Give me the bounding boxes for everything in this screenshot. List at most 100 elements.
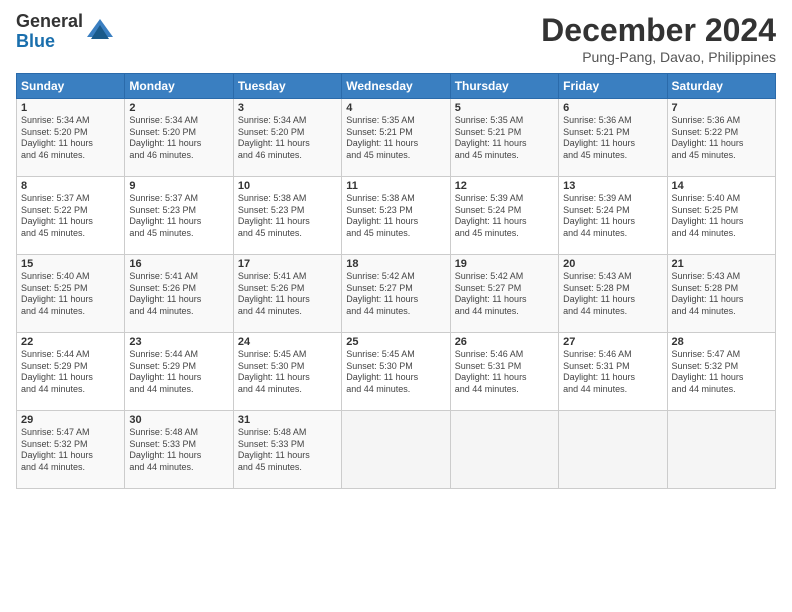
calendar-cell: 27Sunrise: 5:46 AMSunset: 5:31 PMDayligh… (559, 333, 667, 411)
day-info: Sunrise: 5:45 AMSunset: 5:30 PMDaylight:… (238, 349, 337, 396)
day-number: 20 (563, 258, 662, 270)
day-number: 14 (672, 180, 771, 192)
calendar-cell: 21Sunrise: 5:43 AMSunset: 5:28 PMDayligh… (667, 255, 775, 333)
day-number: 23 (129, 336, 228, 348)
subtitle: Pung-Pang, Davao, Philippines (541, 49, 776, 65)
calendar-cell: 22Sunrise: 5:44 AMSunset: 5:29 PMDayligh… (17, 333, 125, 411)
day-number: 21 (672, 258, 771, 270)
day-number: 7 (672, 102, 771, 114)
calendar-cell: 31Sunrise: 5:48 AMSunset: 5:33 PMDayligh… (233, 411, 341, 489)
day-number: 2 (129, 102, 228, 114)
calendar-week-3: 15Sunrise: 5:40 AMSunset: 5:25 PMDayligh… (17, 255, 776, 333)
day-info: Sunrise: 5:40 AMSunset: 5:25 PMDaylight:… (672, 193, 771, 240)
calendar-cell: 19Sunrise: 5:42 AMSunset: 5:27 PMDayligh… (450, 255, 558, 333)
day-info: Sunrise: 5:44 AMSunset: 5:29 PMDaylight:… (21, 349, 120, 396)
day-info: Sunrise: 5:48 AMSunset: 5:33 PMDaylight:… (129, 427, 228, 474)
header-row: Sunday Monday Tuesday Wednesday Thursday… (17, 74, 776, 99)
day-info: Sunrise: 5:38 AMSunset: 5:23 PMDaylight:… (238, 193, 337, 240)
main-title: December 2024 (541, 12, 776, 49)
calendar-cell: 16Sunrise: 5:41 AMSunset: 5:26 PMDayligh… (125, 255, 233, 333)
day-info: Sunrise: 5:42 AMSunset: 5:27 PMDaylight:… (455, 271, 554, 318)
calendar-week-5: 29Sunrise: 5:47 AMSunset: 5:32 PMDayligh… (17, 411, 776, 489)
calendar-cell: 25Sunrise: 5:45 AMSunset: 5:30 PMDayligh… (342, 333, 450, 411)
day-info: Sunrise: 5:46 AMSunset: 5:31 PMDaylight:… (455, 349, 554, 396)
calendar-cell: 13Sunrise: 5:39 AMSunset: 5:24 PMDayligh… (559, 177, 667, 255)
day-info: Sunrise: 5:40 AMSunset: 5:25 PMDaylight:… (21, 271, 120, 318)
day-number: 30 (129, 414, 228, 426)
day-number: 4 (346, 102, 445, 114)
calendar-cell: 23Sunrise: 5:44 AMSunset: 5:29 PMDayligh… (125, 333, 233, 411)
calendar-cell: 2Sunrise: 5:34 AMSunset: 5:20 PMDaylight… (125, 99, 233, 177)
col-wednesday: Wednesday (342, 74, 450, 99)
logo-text: General Blue (16, 12, 83, 52)
day-info: Sunrise: 5:45 AMSunset: 5:30 PMDaylight:… (346, 349, 445, 396)
day-info: Sunrise: 5:43 AMSunset: 5:28 PMDaylight:… (672, 271, 771, 318)
day-info: Sunrise: 5:46 AMSunset: 5:31 PMDaylight:… (563, 349, 662, 396)
day-info: Sunrise: 5:41 AMSunset: 5:26 PMDaylight:… (238, 271, 337, 318)
calendar-cell: 20Sunrise: 5:43 AMSunset: 5:28 PMDayligh… (559, 255, 667, 333)
calendar-cell: 9Sunrise: 5:37 AMSunset: 5:23 PMDaylight… (125, 177, 233, 255)
day-info: Sunrise: 5:39 AMSunset: 5:24 PMDaylight:… (455, 193, 554, 240)
calendar-cell (342, 411, 450, 489)
calendar-cell: 10Sunrise: 5:38 AMSunset: 5:23 PMDayligh… (233, 177, 341, 255)
day-number: 11 (346, 180, 445, 192)
day-number: 26 (455, 336, 554, 348)
logo-general: General (16, 12, 83, 32)
day-info: Sunrise: 5:43 AMSunset: 5:28 PMDaylight:… (563, 271, 662, 318)
title-block: December 2024 Pung-Pang, Davao, Philippi… (541, 12, 776, 65)
col-tuesday: Tuesday (233, 74, 341, 99)
day-number: 6 (563, 102, 662, 114)
calendar-cell: 29Sunrise: 5:47 AMSunset: 5:32 PMDayligh… (17, 411, 125, 489)
col-saturday: Saturday (667, 74, 775, 99)
calendar-cell: 28Sunrise: 5:47 AMSunset: 5:32 PMDayligh… (667, 333, 775, 411)
day-number: 24 (238, 336, 337, 348)
col-thursday: Thursday (450, 74, 558, 99)
logo: General Blue (16, 12, 115, 52)
calendar-cell (667, 411, 775, 489)
calendar-cell: 26Sunrise: 5:46 AMSunset: 5:31 PMDayligh… (450, 333, 558, 411)
day-number: 9 (129, 180, 228, 192)
day-number: 15 (21, 258, 120, 270)
day-info: Sunrise: 5:41 AMSunset: 5:26 PMDaylight:… (129, 271, 228, 318)
day-info: Sunrise: 5:38 AMSunset: 5:23 PMDaylight:… (346, 193, 445, 240)
calendar-cell: 5Sunrise: 5:35 AMSunset: 5:21 PMDaylight… (450, 99, 558, 177)
day-number: 5 (455, 102, 554, 114)
logo-blue: Blue (16, 32, 83, 52)
calendar-cell: 12Sunrise: 5:39 AMSunset: 5:24 PMDayligh… (450, 177, 558, 255)
day-number: 27 (563, 336, 662, 348)
day-number: 25 (346, 336, 445, 348)
day-info: Sunrise: 5:35 AMSunset: 5:21 PMDaylight:… (455, 115, 554, 162)
day-number: 19 (455, 258, 554, 270)
calendar-cell: 14Sunrise: 5:40 AMSunset: 5:25 PMDayligh… (667, 177, 775, 255)
calendar-cell: 3Sunrise: 5:34 AMSunset: 5:20 PMDaylight… (233, 99, 341, 177)
day-info: Sunrise: 5:44 AMSunset: 5:29 PMDaylight:… (129, 349, 228, 396)
page: General Blue December 2024 Pung-Pang, Da… (0, 0, 792, 612)
calendar-cell: 18Sunrise: 5:42 AMSunset: 5:27 PMDayligh… (342, 255, 450, 333)
day-info: Sunrise: 5:34 AMSunset: 5:20 PMDaylight:… (238, 115, 337, 162)
day-number: 17 (238, 258, 337, 270)
day-info: Sunrise: 5:36 AMSunset: 5:22 PMDaylight:… (672, 115, 771, 162)
day-number: 12 (455, 180, 554, 192)
header: General Blue December 2024 Pung-Pang, Da… (16, 12, 776, 65)
calendar-week-4: 22Sunrise: 5:44 AMSunset: 5:29 PMDayligh… (17, 333, 776, 411)
day-info: Sunrise: 5:48 AMSunset: 5:33 PMDaylight:… (238, 427, 337, 474)
day-info: Sunrise: 5:37 AMSunset: 5:23 PMDaylight:… (129, 193, 228, 240)
col-friday: Friday (559, 74, 667, 99)
day-number: 10 (238, 180, 337, 192)
day-number: 13 (563, 180, 662, 192)
calendar-cell: 8Sunrise: 5:37 AMSunset: 5:22 PMDaylight… (17, 177, 125, 255)
day-info: Sunrise: 5:42 AMSunset: 5:27 PMDaylight:… (346, 271, 445, 318)
day-number: 28 (672, 336, 771, 348)
day-number: 31 (238, 414, 337, 426)
day-number: 29 (21, 414, 120, 426)
day-info: Sunrise: 5:34 AMSunset: 5:20 PMDaylight:… (21, 115, 120, 162)
calendar-cell: 7Sunrise: 5:36 AMSunset: 5:22 PMDaylight… (667, 99, 775, 177)
logo-icon (85, 17, 115, 47)
calendar-cell: 30Sunrise: 5:48 AMSunset: 5:33 PMDayligh… (125, 411, 233, 489)
calendar-cell: 15Sunrise: 5:40 AMSunset: 5:25 PMDayligh… (17, 255, 125, 333)
day-info: Sunrise: 5:35 AMSunset: 5:21 PMDaylight:… (346, 115, 445, 162)
day-info: Sunrise: 5:47 AMSunset: 5:32 PMDaylight:… (21, 427, 120, 474)
calendar-cell: 4Sunrise: 5:35 AMSunset: 5:21 PMDaylight… (342, 99, 450, 177)
col-sunday: Sunday (17, 74, 125, 99)
day-number: 8 (21, 180, 120, 192)
